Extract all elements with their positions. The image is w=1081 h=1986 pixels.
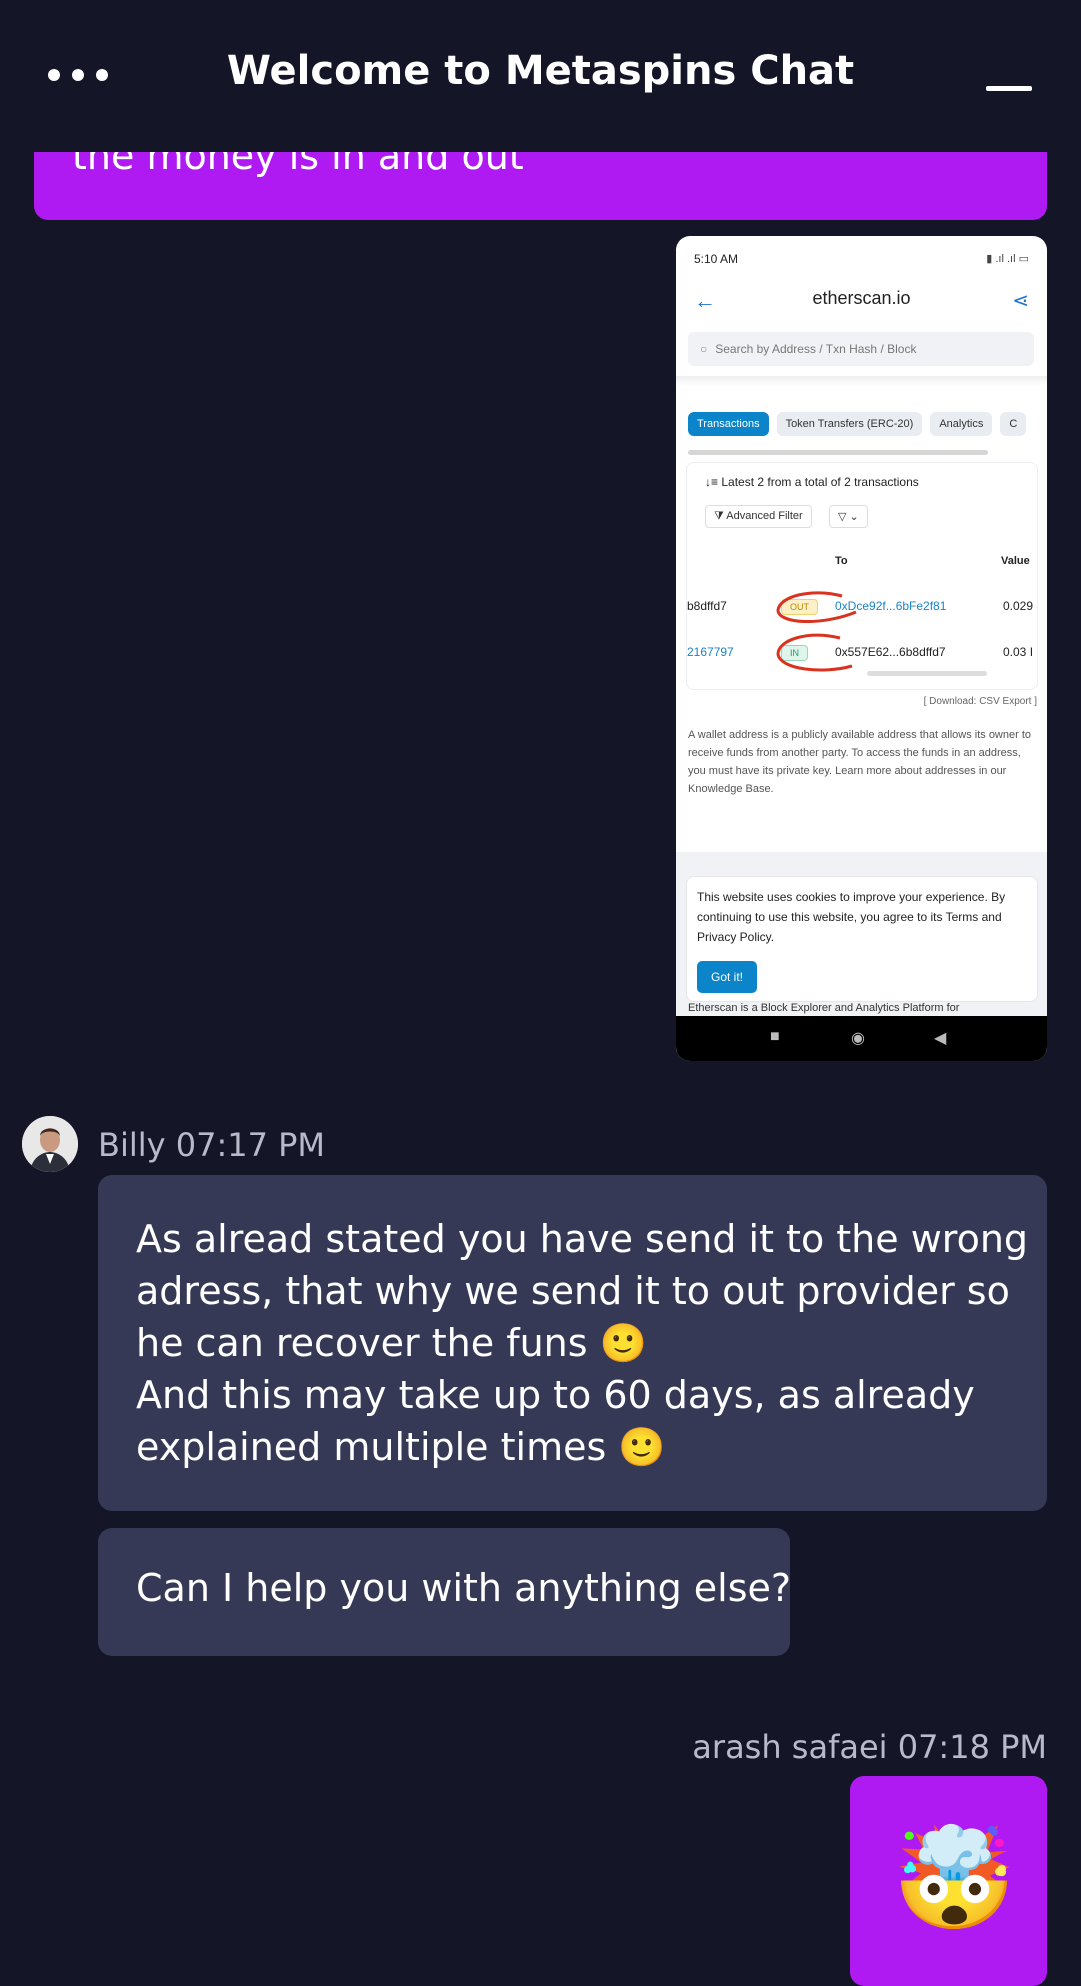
- annotation-circle: [776, 591, 857, 623]
- tab-bar: Transactions Token Transfers (ERC-20) An…: [688, 412, 1027, 436]
- column-value: Value: [1001, 555, 1030, 567]
- image-attachment[interactable]: 5:10 AM ▮ .ıl .ıl ▭ ← etherscan.io ⋖ ○ Se…: [676, 236, 1047, 1061]
- got-it-button: Got it!: [697, 961, 758, 993]
- minimize-icon[interactable]: [986, 86, 1032, 91]
- tab-token-transfers: Token Transfers (ERC-20): [776, 412, 923, 436]
- sender-name-time: arash safaei 07:18 PM: [692, 1728, 1047, 1766]
- footer-text: Etherscan is a Block Explorer and Analyt…: [688, 1002, 960, 1014]
- exploding-head-emoji: 🤯: [892, 1820, 1017, 1937]
- transactions-summary: ↓≡ Latest 2 from a total of 2 transactio…: [705, 475, 919, 489]
- column-to: To: [835, 555, 848, 567]
- message-line: And this may take up to 60 days, as alre…: [136, 1373, 975, 1417]
- status-time: 5:10 AM: [694, 252, 739, 266]
- sender-name-time: Billy 07:17 PM: [98, 1126, 326, 1164]
- value: 0.03 I: [1003, 645, 1034, 659]
- transactions-card: ↓≡ Latest 2 from a total of 2 transactio…: [686, 462, 1038, 690]
- message-line: explained multiple times 🙂: [136, 1425, 666, 1469]
- search-icon: ○: [700, 342, 708, 356]
- message-line: he can recover the funs 🙂: [136, 1321, 647, 1365]
- download-link: [ Download: CSV Export ]: [923, 696, 1037, 707]
- cookie-text: This website uses cookies to improve you…: [697, 890, 1006, 944]
- table-row: 2167797 IN 0x557E62...6b8dffd7 0.03 I: [677, 639, 1047, 669]
- advanced-filter: ⧩ Advanced Filter: [705, 505, 812, 528]
- value: 0.029: [1003, 599, 1034, 613]
- cookie-banner: This website uses cookies to improve you…: [686, 876, 1038, 1002]
- avatar: [22, 1116, 78, 1172]
- chat-header: Welcome to Metaspins Chat: [0, 0, 1081, 152]
- user-message-bubble: 🤯: [850, 1776, 1047, 1986]
- message-line: adress, that why we send it to out provi…: [136, 1269, 1010, 1313]
- info-text: A wallet address is a publicly available…: [688, 729, 1032, 795]
- message-line: As alread stated you have send it to the…: [136, 1217, 1029, 1261]
- tab-more: C: [1000, 412, 1027, 436]
- message-text: Can I help you with anything else?: [136, 1566, 792, 1610]
- agent-message-bubble: As alread stated you have send it to the…: [98, 1175, 1047, 1511]
- search-bar: ○ Search by Address / Txn Hash / Block: [688, 332, 1034, 366]
- tab-transactions: Transactions: [688, 412, 769, 436]
- status-icons: ▮ .ıl .ıl ▭: [986, 253, 1029, 265]
- from-address: 2167797: [687, 645, 734, 659]
- home-icon: ◉: [851, 1030, 865, 1047]
- recents-icon: ■: [770, 1028, 780, 1045]
- from-address: b8dffd7: [687, 599, 727, 613]
- android-nav-bar: ■ ◉ ◀: [676, 1016, 1047, 1061]
- site-title: etherscan.io: [812, 288, 911, 308]
- search-placeholder: Search by Address / Txn Hash / Block: [715, 342, 917, 356]
- share-icon: ⋖: [1012, 290, 1029, 312]
- agent-message-bubble: Can I help you with anything else?: [98, 1528, 792, 1656]
- chat-title: Welcome to Metaspins Chat: [226, 48, 855, 94]
- table-row: b8dffd7 OUT 0xDce92f...6bFe2f81 0.029: [677, 593, 1047, 623]
- filter-icon: ▽ ⌄: [829, 505, 868, 528]
- back-icon: ◀: [934, 1030, 947, 1047]
- annotation-circle: [776, 633, 853, 672]
- tab-analytics: Analytics: [930, 412, 993, 436]
